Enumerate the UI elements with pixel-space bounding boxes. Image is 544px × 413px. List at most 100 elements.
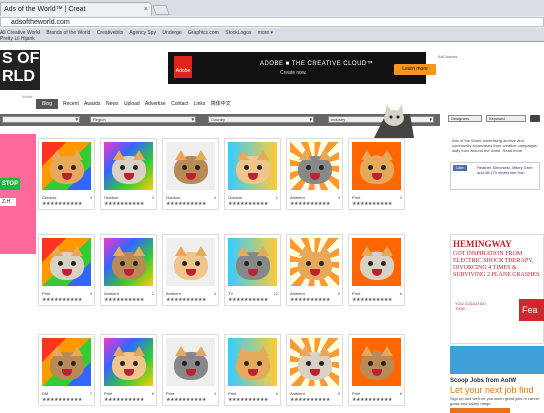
search-button[interactable] (530, 115, 540, 122)
top-banner-ad[interactable]: Adobe ADOBE ■ THE CREATIVE CLOUD™ Create… (168, 52, 457, 84)
ad-card[interactable]: TV 12 ★★★★★★★★★★ (224, 234, 281, 306)
cat-feature (182, 261, 187, 266)
ad-thumbnail[interactable] (228, 142, 277, 190)
cat-feature (71, 165, 76, 170)
ad-card[interactable]: Outdoor 4 ★★★★★★★★★★ (162, 138, 219, 210)
ad-card[interactable]: Ambient 5 ★★★★★★★★★★ (286, 234, 343, 306)
nav-item[interactable]: News (106, 101, 119, 107)
ad-thumbnail[interactable] (228, 338, 277, 386)
rating-stars[interactable]: ★★★★★★★★★★ (166, 297, 206, 303)
rating-stars[interactable]: ★★★★★★★★★★ (290, 297, 330, 303)
rating-stars[interactable]: ★★★★★★★★★★ (352, 397, 392, 403)
rating-stars[interactable]: ★★★★★★★★★★ (290, 201, 330, 207)
cat-image (174, 346, 208, 380)
ad-card[interactable]: DM 7 ★★★★★★★★★★ (38, 334, 95, 406)
rating-stars[interactable]: ★★★★★★★★★★ (42, 201, 82, 207)
ad-cta-button[interactable]: Fea (519, 299, 544, 321)
ad-thumbnail[interactable] (166, 338, 215, 386)
filter-region[interactable]: Region (90, 116, 196, 123)
nav-item[interactable]: Links (194, 101, 206, 107)
ad-card[interactable]: Outdoor 3 ★★★★★★★★★★ (100, 138, 157, 210)
cat-feature (58, 361, 63, 366)
site-logo[interactable]: S OF RLD World (0, 50, 40, 99)
close-icon[interactable]: × (144, 3, 148, 16)
rating-stars[interactable]: ★★★★★★★★★★ (290, 397, 330, 403)
ad-thumbnail[interactable] (352, 338, 401, 386)
ad-card[interactable]: Print 6 ★★★★★★★★★★ (348, 234, 405, 306)
cat-feature (248, 173, 258, 180)
jobs-signup-button[interactable] (450, 408, 510, 413)
learn-more-button[interactable]: Learn more (394, 64, 436, 75)
rating-stars[interactable]: ★★★★★★★★★★ (42, 397, 82, 403)
ad-thumbnail[interactable] (166, 238, 215, 286)
rating-stars[interactable]: ★★★★★★★★★★ (228, 297, 268, 303)
cat-feature (306, 165, 311, 170)
nav-item[interactable]: Recent (63, 101, 79, 107)
ad-card[interactable]: Ambient 2 ★★★★★★★★★★ (100, 234, 157, 306)
new-tab-button[interactable] (152, 5, 170, 15)
rating-stars[interactable]: ★★★★★★★★★★ (352, 201, 392, 207)
ad-card[interactable]: Ambient 5 ★★★★★★★★★★ (286, 334, 343, 406)
ad-card[interactable]: Print 4 ★★★★★★★★★★ (38, 234, 95, 306)
ad-thumbnail[interactable] (352, 142, 401, 190)
cat-feature (368, 165, 373, 170)
nav-blog[interactable]: Blog (36, 99, 58, 109)
rating-stars[interactable]: ★★★★★★★★★★ (352, 297, 392, 303)
ad-thumbnail[interactable] (352, 238, 401, 286)
rating-stars[interactable]: ★★★★★★★★★★ (104, 201, 144, 207)
ad-card[interactable]: Print 4 ★★★★★★★★★★ (162, 334, 219, 406)
adchoices-link[interactable]: AdChoices (438, 54, 457, 59)
fb-like-button[interactable]: Like (453, 165, 467, 171)
ad-thumbnail[interactable] (104, 142, 153, 190)
ad-card[interactable]: Print 3 ★★★★★★★★★★ (348, 138, 405, 210)
ad-card[interactable]: Outdoor 1 ★★★★★★★★★★ (224, 138, 281, 210)
ad-thumbnail[interactable] (166, 142, 215, 190)
rating-stars[interactable]: ★★★★★★★★★★ (166, 201, 206, 207)
search-field[interactable]: Keyword (486, 115, 526, 122)
hemingway-ad[interactable]: HEMINGWAY GOT INSPIRATION FROM ELECTRIC … (450, 234, 544, 344)
nav-item[interactable]: 简体中文 (211, 101, 231, 107)
ad-media-label: Ambient (166, 291, 181, 296)
ad-thumbnail[interactable] (228, 238, 277, 286)
nav-item[interactable]: Upload (124, 101, 140, 107)
ad-card[interactable]: Print 6 ★★★★★★★★★★ (100, 334, 157, 406)
ad-thumbnail[interactable] (290, 338, 339, 386)
cat-feature (319, 165, 324, 170)
cat-feature (124, 369, 134, 376)
jobs-title[interactable]: Let your next job find (450, 385, 544, 395)
ad-thumbnail[interactable] (42, 338, 91, 386)
ad-thumbnail[interactable] (104, 238, 153, 286)
ad-card[interactable]: Print 6 ★★★★★★★★★★ (224, 334, 281, 406)
ad-headline: HEMINGWAY (453, 239, 512, 249)
ad-card[interactable]: Ambient 3 ★★★★★★★★★★ (162, 234, 219, 306)
ad-card[interactable]: Print 6 ★★★★★★★★★★ (348, 334, 405, 406)
nav-item[interactable]: Contact (171, 101, 188, 107)
address-bar[interactable]: adsoftheworld.com (0, 17, 544, 27)
cat-feature (133, 261, 138, 266)
cat-feature (310, 173, 320, 180)
filter-select-1[interactable] (2, 116, 80, 123)
ad-thumbnail[interactable] (290, 238, 339, 286)
ad-thumbnail[interactable] (104, 338, 153, 386)
rating-stars[interactable]: ★★★★★★★★★★ (42, 297, 82, 303)
jobs-banner-image[interactable] (450, 346, 544, 374)
ad-card[interactable]: Outdoor 3 ★★★★★★★★★★ (38, 138, 95, 210)
filter-country[interactable]: Country (208, 116, 314, 123)
ad-thumbnail[interactable] (42, 142, 91, 190)
fb-like-text: Heather Simonielo, Mikey Gree and 48,170… (477, 165, 533, 175)
rating-stars[interactable]: ★★★★★★★★★★ (104, 397, 144, 403)
ad-card[interactable]: Ambient 3 ★★★★★★★★★★ (286, 138, 343, 210)
rating-stars[interactable]: ★★★★★★★★★★ (228, 201, 268, 207)
ad-thumbnail[interactable] (290, 142, 339, 190)
search-type-select[interactable]: Designers (448, 115, 482, 122)
nav-item[interactable]: Advertise (145, 101, 166, 107)
cat-feature (306, 261, 311, 266)
ad-thumbnail[interactable] (42, 238, 91, 286)
nav-item[interactable]: Awards (84, 101, 101, 107)
rating-stars[interactable]: ★★★★★★★★★★ (228, 397, 268, 403)
rating-stars[interactable]: ★★★★★★★★★★ (104, 297, 144, 303)
ad-comment-count: 1 (275, 195, 278, 200)
logo-line: RLD (2, 68, 35, 85)
rating-stars[interactable]: ★★★★★★★★★★ (166, 397, 206, 403)
browser-tab[interactable]: Ads of the World™ | Creat × (0, 2, 152, 16)
